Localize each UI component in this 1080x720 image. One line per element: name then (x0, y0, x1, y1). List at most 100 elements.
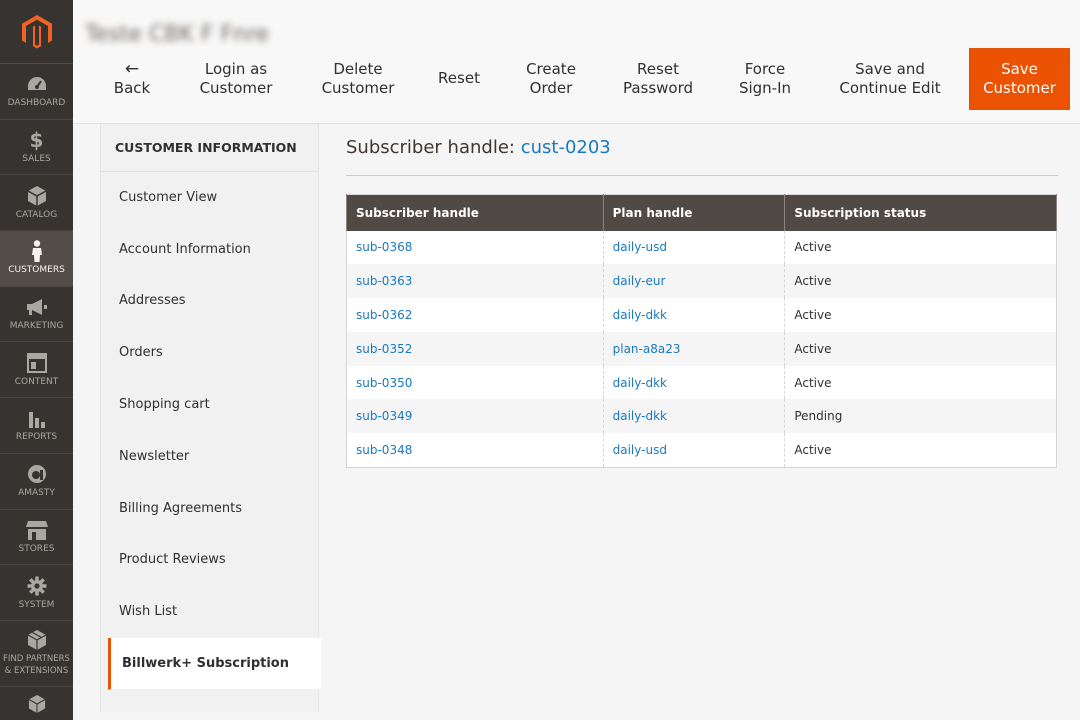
button-label: Sign-In (738, 79, 792, 97)
subscriber-handle-link[interactable]: sub-0350 (346, 365, 604, 400)
button-label: Customer (199, 79, 273, 97)
column-header[interactable]: Subscriber handle (346, 194, 604, 231)
subscription-status: Active (784, 298, 1057, 332)
subscriber-handle-link[interactable]: sub-0349 (346, 399, 604, 434)
menu-item-reports[interactable]: REPORTS (0, 398, 73, 454)
amasty-icon (26, 463, 48, 485)
button-label: Save (1001, 59, 1038, 78)
tab-addresses[interactable]: Addresses (101, 276, 318, 328)
button-label: Customer (983, 79, 1056, 97)
table-row: sub-0350 daily-dkk Active (346, 365, 1057, 400)
admin-menu: DASHBOARD $ SALES CATALOG CUSTOMERS MARK… (0, 0, 73, 720)
subscriber-handle-link[interactable]: sub-0362 (346, 298, 604, 332)
subscription-status: Active (784, 264, 1057, 299)
menu-label: REPORTS (15, 432, 58, 443)
tab-account-information[interactable]: Account Information (101, 224, 318, 276)
heading-label: Subscriber handle: (346, 137, 515, 158)
subscription-status: Active (784, 230, 1057, 265)
tab-orders[interactable]: Orders (101, 327, 318, 380)
delete-customer-button[interactable]: Delete Customer (303, 48, 413, 110)
tab-shopping-cart[interactable]: Shopping cart (101, 379, 318, 431)
menu-item-stores[interactable]: STORES (0, 510, 73, 566)
page-header: Teste CBK F Fnre ← Back Login as Custome… (73, 0, 1080, 124)
speedometer-icon (26, 73, 48, 95)
megaphone-icon (26, 296, 48, 318)
subscriber-handle-link[interactable]: sub-0368 (346, 230, 604, 265)
button-label: Delete (333, 59, 383, 78)
table-header-row: Subscriber handle Plan handle Subscripti… (346, 194, 1057, 231)
reset-button[interactable]: Reset (425, 48, 493, 110)
menu-item-sales[interactable]: $ SALES (0, 120, 73, 176)
button-label: Continue Edit (839, 79, 941, 97)
dollar-icon: $ (29, 128, 44, 153)
button-label: Password (622, 79, 694, 97)
plan-handle-link[interactable]: daily-dkk (602, 399, 786, 434)
tab-billing-agreements[interactable]: Billing Agreements (101, 483, 318, 535)
subscriber-handle-link[interactable]: sub-0348 (346, 433, 604, 468)
menu-label: SALES (22, 154, 51, 165)
plan-handle-link[interactable]: daily-eur (602, 264, 786, 299)
menu-item-marketing[interactable]: MARKETING (0, 287, 73, 343)
button-label: Create (526, 59, 576, 78)
magento-logo[interactable] (0, 0, 73, 64)
save-customer-button[interactable]: Save Customer (969, 48, 1070, 110)
menu-label: CONTENT (14, 376, 59, 387)
divider (346, 175, 1058, 176)
tab-newsletter[interactable]: Newsletter (101, 431, 318, 483)
tab-customer-view[interactable]: Customer View (101, 172, 318, 224)
gear-icon (26, 575, 48, 597)
menu-label: DASHBOARD (7, 98, 66, 109)
button-label: Customer (321, 79, 395, 97)
menu-label: CATALOG (15, 209, 58, 220)
table-row: sub-0363 daily-eur Active (346, 264, 1057, 299)
subscriber-handle-link[interactable]: sub-0352 (346, 331, 604, 366)
plan-handle-link[interactable]: plan-a8a23 (602, 331, 786, 366)
button-label: Reset (438, 69, 480, 88)
table-row: sub-0368 daily-usd Active (346, 230, 1057, 265)
tab-billwerk-subscription[interactable]: Billwerk+ Subscription (108, 638, 321, 690)
plan-handle-link[interactable]: daily-usd (602, 433, 786, 468)
menu-item-find-partners[interactable]: FIND PARTNERS & EXTENSIONS (0, 621, 73, 687)
back-label: Back (113, 78, 151, 97)
column-header[interactable]: Subscription status (784, 194, 1057, 231)
force-sign-in-button[interactable]: Force Sign-In (723, 48, 807, 110)
tab-product-reviews[interactable]: Product Reviews (101, 535, 318, 587)
menu-item-customers[interactable]: CUSTOMERS (0, 231, 73, 287)
plan-handle-link[interactable]: daily-dkk (602, 298, 786, 332)
save-and-continue-button[interactable]: Save and Continue Edit (823, 48, 957, 110)
create-order-button[interactable]: Create Order (509, 48, 593, 110)
menu-item-more[interactable] (0, 687, 73, 720)
subscriber-handle-link[interactable]: sub-0363 (346, 264, 604, 299)
plan-handle-link[interactable]: daily-dkk (602, 365, 786, 400)
customer-information-tabs: CUSTOMER INFORMATION Customer View Accou… (100, 124, 321, 712)
plan-handle-link[interactable]: daily-usd (602, 230, 786, 265)
subscriber-handle-heading: Subscriber handle: cust-0203 (346, 137, 611, 158)
menu-item-content[interactable]: CONTENT (0, 342, 73, 399)
menu-label-line1: FIND PARTNERS (3, 654, 70, 665)
cubes-icon (26, 693, 48, 715)
login-as-customer-button[interactable]: Login as Customer (181, 48, 291, 110)
table-row: sub-0349 daily-dkk Pending (346, 399, 1057, 434)
button-label: Order (529, 79, 573, 97)
layout-icon (26, 352, 48, 374)
reset-password-button[interactable]: Reset Password (609, 48, 707, 110)
tab-wish-list[interactable]: Wish List (101, 586, 318, 639)
subscription-status: Active (784, 365, 1057, 400)
back-button[interactable]: ← Back (93, 48, 171, 110)
table-row: sub-0362 daily-dkk Active (346, 298, 1057, 332)
box-icon (26, 185, 48, 207)
page-title: Teste CBK F Fnre (85, 22, 270, 47)
button-label: Reset (637, 59, 679, 78)
customer-handle-link[interactable]: cust-0203 (521, 137, 611, 158)
menu-item-system[interactable]: SYSTEM (0, 565, 73, 621)
table-row: sub-0348 daily-usd Active (346, 433, 1057, 468)
magento-logo-icon (21, 14, 52, 48)
menu-label: SYSTEM (18, 599, 55, 610)
menu-item-catalog[interactable]: CATALOG (0, 175, 73, 232)
menu-item-dashboard[interactable]: DASHBOARD (0, 64, 73, 120)
column-header[interactable]: Plan handle (602, 194, 786, 231)
menu-label: MARKETING (9, 321, 64, 332)
menu-label-line2: & EXTENSIONS (4, 666, 69, 677)
menu-label: STORES (18, 543, 55, 554)
menu-item-amasty[interactable]: AMASTY (0, 454, 73, 510)
